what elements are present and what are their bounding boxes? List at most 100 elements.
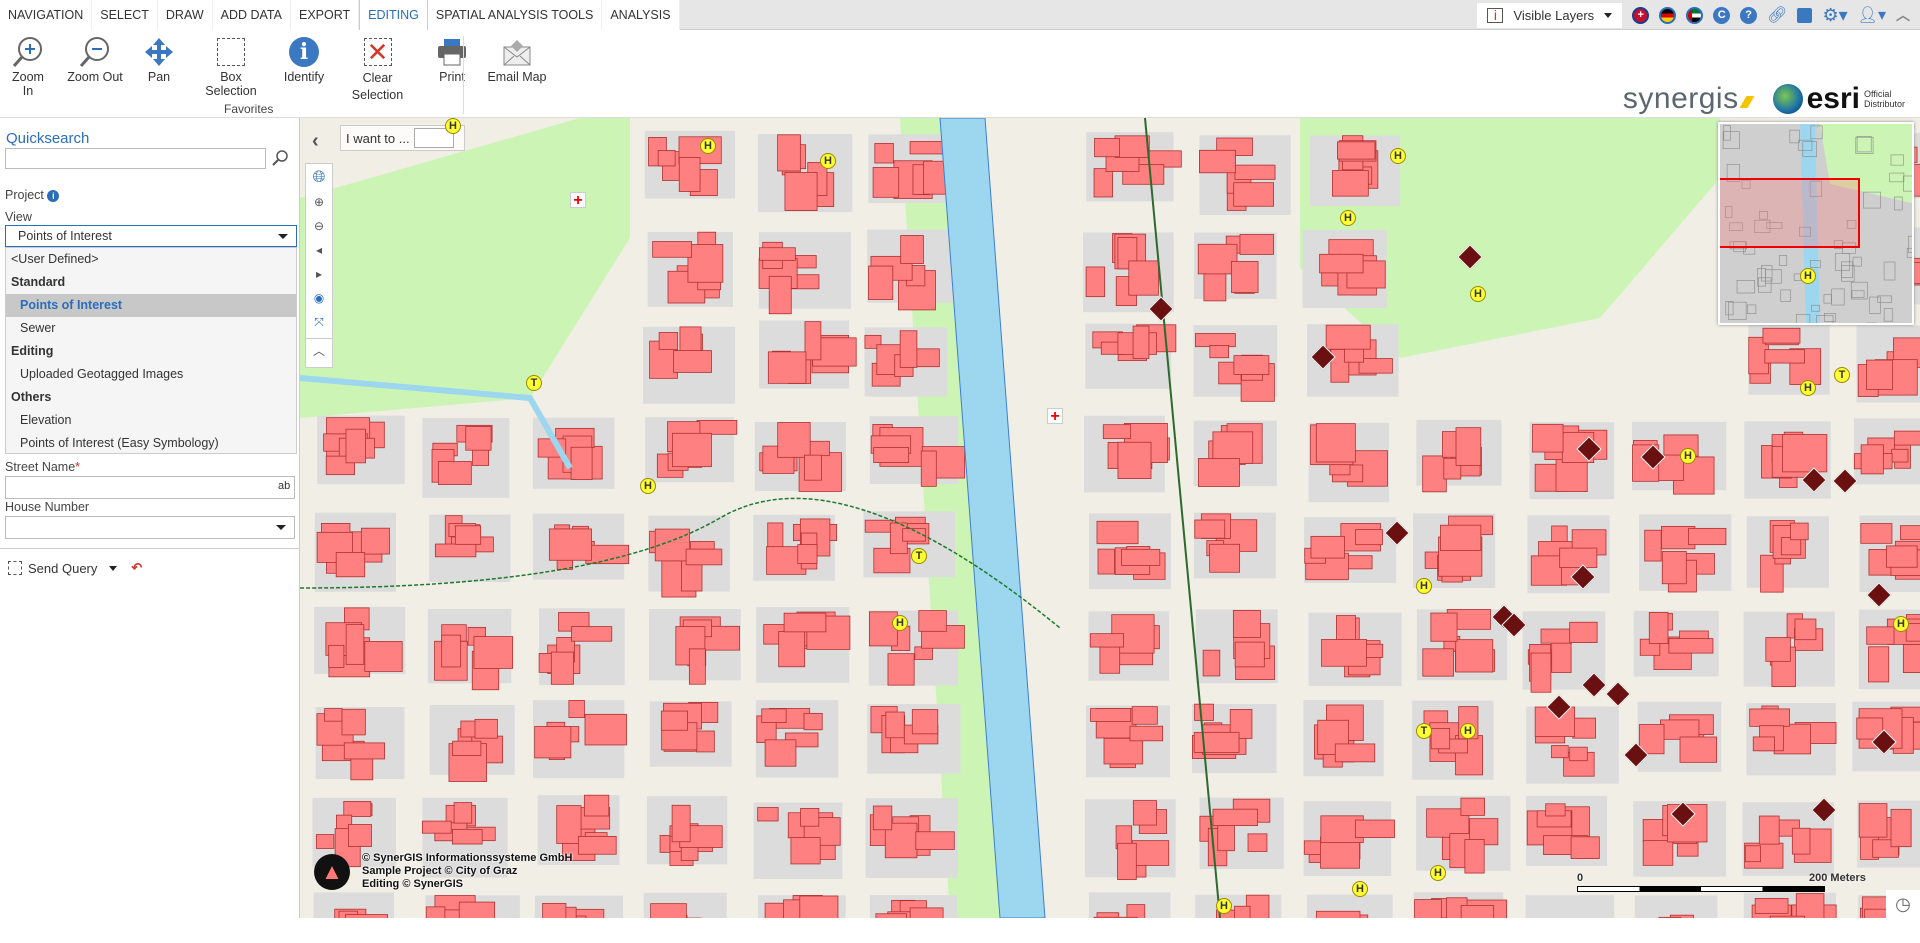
tram-stop-icon[interactable]: T — [911, 548, 927, 564]
bus-stop-icon[interactable]: H — [1390, 148, 1406, 164]
copyright-icon[interactable]: C — [1713, 7, 1730, 24]
previous-extent-icon[interactable]: ◂ — [316, 238, 322, 262]
bus-stop-icon[interactable]: H — [445, 118, 461, 134]
german-flag-icon[interactable] — [1659, 7, 1676, 24]
dropdown-option[interactable]: Uploaded Geotagged Images — [6, 363, 296, 386]
chevron-down-icon[interactable] — [109, 566, 117, 571]
tab-analysis[interactable]: ANALYSIS — [602, 0, 679, 30]
globe-icon[interactable]: 🌐︎ — [313, 166, 326, 190]
time-slider-button[interactable]: ◷ — [1886, 890, 1920, 918]
uk-flag-icon[interactable]: + — [1632, 7, 1649, 24]
overview-extent-box[interactable] — [1718, 178, 1860, 248]
bus-stop-icon[interactable]: H — [700, 138, 716, 154]
next-extent-icon[interactable]: ▸ — [316, 262, 322, 286]
hospital-icon[interactable]: + — [570, 192, 586, 208]
building — [1415, 900, 1442, 918]
map-canvas[interactable]: I want to ... 🌐︎ ⊕ ⊖ ◂ ▸ ◉ ⤧ ︿ ▲ © Syner… — [300, 118, 1920, 918]
building — [798, 545, 817, 564]
save-icon[interactable] — [1797, 8, 1812, 23]
clear-selection-button[interactable]: ✕ Clear Selection — [350, 34, 405, 104]
help-icon[interactable]: ? — [1740, 7, 1757, 24]
tram-stop-icon[interactable]: T — [1834, 367, 1850, 383]
bus-stop-icon[interactable]: H — [1352, 881, 1368, 897]
ribbon: Zoom In Zoom Out Pan Box Selection i Ide… — [0, 30, 1920, 118]
search-icon[interactable] — [272, 150, 288, 169]
email-map-button[interactable]: Email Map — [487, 34, 547, 84]
bus-stop-icon[interactable]: H — [1216, 898, 1232, 914]
dropdown-option[interactable]: Sewer — [6, 317, 296, 340]
building — [1213, 809, 1257, 825]
collapse-up-icon[interactable]: ︿ — [306, 338, 332, 362]
full-extent-icon[interactable]: ⤧ — [314, 310, 324, 334]
bus-stop-icon[interactable]: H — [1893, 616, 1909, 632]
tab-editing[interactable]: EDITING — [359, 0, 428, 31]
box-selection-button[interactable]: Box Selection — [195, 34, 267, 98]
dropdown-option[interactable]: Points of Interest — [6, 294, 296, 317]
bus-stop-icon[interactable]: H — [1470, 286, 1486, 302]
zoom-out-icon[interactable]: ⊖ — [314, 214, 324, 238]
identify-button[interactable]: i Identify — [282, 34, 326, 84]
quicksearch-input[interactable] — [5, 148, 266, 169]
tab-select[interactable]: SELECT — [92, 0, 158, 30]
building — [1570, 622, 1597, 642]
top-bar: NAVIGATIONSELECTDRAWADD DATAEXPORTEDITIN… — [0, 0, 1920, 30]
tab-spatial-analysis-tools[interactable]: SPATIAL ANALYSIS TOOLS — [428, 0, 602, 30]
info-bubble-icon[interactable]: i — [1487, 8, 1503, 23]
uae-flag-icon[interactable] — [1686, 7, 1703, 24]
gear-icon[interactable]: ⚙▾ — [1822, 5, 1847, 26]
street-name-input[interactable] — [5, 476, 295, 499]
building — [435, 544, 476, 557]
overview-map[interactable] — [1718, 122, 1914, 325]
link-icon[interactable]: 🔗︎ — [1767, 5, 1787, 25]
logos: synergis esri Official Distributor — [1623, 82, 1910, 116]
building — [1765, 350, 1805, 363]
send-query-button[interactable]: Send Query ↶ — [8, 560, 142, 576]
pan-button[interactable]: Pan — [144, 34, 174, 84]
zoom-in-icon[interactable]: ⊕ — [314, 190, 324, 214]
view-select[interactable]: Points of Interest — [5, 225, 297, 247]
bus-stop-icon[interactable]: H — [1460, 723, 1476, 739]
collapse-up-icon[interactable]: ︿ — [1896, 5, 1910, 25]
zoom-in-label: Zoom In — [6, 70, 50, 98]
bus-stop-icon[interactable]: H — [1430, 865, 1446, 881]
zoom-in-button[interactable]: Zoom In — [6, 34, 50, 98]
tab-add-data[interactable]: ADD DATA — [213, 0, 291, 30]
tab-export[interactable]: EXPORT — [291, 0, 359, 30]
locate-icon[interactable]: ◉ — [314, 286, 324, 310]
building — [1796, 894, 1824, 918]
tram-stop-icon[interactable]: T — [526, 375, 542, 391]
house-number-select[interactable] — [5, 516, 295, 539]
building — [1659, 917, 1681, 918]
dropdown-option[interactable]: Points of Interest (Easy Symbology) — [6, 432, 296, 455]
bus-stop-icon[interactable]: H — [1416, 578, 1432, 594]
collapse-sidebar-button[interactable]: ‹ — [312, 130, 319, 153]
building — [1103, 425, 1130, 439]
undo-icon[interactable]: ↶ — [131, 560, 142, 576]
bus-stop-icon[interactable]: H — [1800, 268, 1816, 284]
dropdown-option[interactable]: <User Defined> — [6, 248, 296, 271]
attribution-line: © SynerGIS Informationssysteme GmbH — [362, 852, 572, 865]
tab-draw[interactable]: DRAW — [158, 0, 213, 30]
building — [1233, 610, 1260, 637]
bus-stop-icon[interactable]: H — [1680, 448, 1696, 464]
tab-navigation[interactable]: NAVIGATION — [0, 0, 92, 30]
visible-layers-dropdown[interactable]: i Visible Layers — [1477, 3, 1622, 28]
building — [455, 526, 480, 544]
building — [1090, 634, 1123, 647]
bus-stop-icon[interactable]: H — [892, 615, 908, 631]
user-icon[interactable]: 👤︎▾ — [1858, 5, 1886, 25]
bus-stop-icon[interactable]: H — [820, 153, 836, 169]
zoom-out-button[interactable]: Zoom Out — [66, 34, 124, 84]
bus-stop-icon[interactable]: H — [1340, 210, 1356, 226]
bus-stop-icon[interactable]: H — [640, 478, 656, 494]
dropdown-option[interactable]: Elevation — [6, 409, 296, 432]
tram-stop-icon[interactable]: T — [1416, 723, 1432, 739]
building — [1336, 616, 1355, 640]
building — [1781, 538, 1800, 555]
building — [452, 829, 482, 844]
hospital-icon[interactable]: + — [1047, 408, 1063, 424]
building — [1753, 737, 1774, 751]
building — [784, 613, 826, 632]
bus-stop-icon[interactable]: H — [1800, 380, 1816, 396]
info-icon[interactable]: i — [47, 190, 59, 202]
